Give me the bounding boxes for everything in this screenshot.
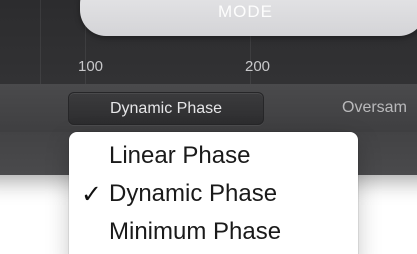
axis-tick-label: 200 — [245, 58, 271, 75]
phase-mode-menu: Linear Phase ✓ Dynamic Phase Minimum Pha… — [69, 132, 358, 254]
menu-item-dynamic-phase[interactable]: ✓ Dynamic Phase — [69, 176, 358, 212]
checkmark-icon: ✓ — [81, 179, 102, 209]
mode-label: MODE — [218, 2, 273, 21]
axis-tick-label: 100 — [78, 58, 104, 75]
menu-item-label: Linear Phase — [109, 142, 251, 169]
phase-mode-button-label: Dynamic Phase — [109, 99, 223, 117]
menu-item-label: Dynamic Phase — [109, 180, 278, 207]
grid-line — [40, 0, 41, 84]
menu-item-linear-phase[interactable]: Linear Phase — [69, 138, 358, 174]
menu-item-minimum-phase[interactable]: Minimum Phase — [69, 214, 358, 250]
phase-mode-button[interactable]: Dynamic Phase — [68, 92, 264, 125]
plugin-window: MODE 100 200 Dynamic Phase Oversam Linea… — [0, 0, 417, 254]
oversampling-label[interactable]: Oversam — [342, 99, 407, 117]
menu-item-label: Minimum Phase — [109, 218, 282, 245]
frequency-graph: MODE 100 200 — [0, 0, 417, 85]
